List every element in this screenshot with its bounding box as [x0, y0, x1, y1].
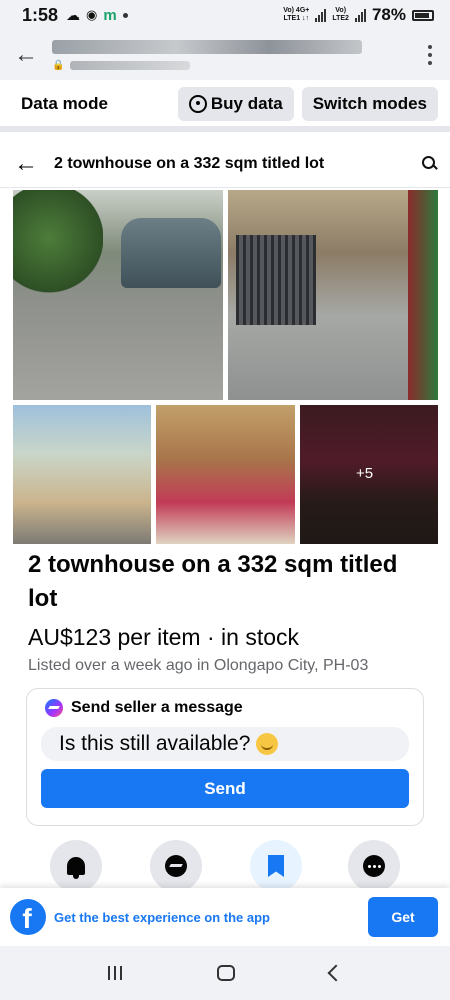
send-button[interactable]: Send — [41, 769, 409, 808]
more-options-button[interactable] — [348, 840, 400, 892]
more-photos-count: +5 — [356, 465, 374, 482]
wall-shape — [408, 190, 438, 400]
broadcast-icon — [188, 95, 207, 113]
message-seller-card: Send seller a message Is this still avai… — [26, 688, 424, 826]
buy-data-label: Buy data — [210, 94, 283, 113]
alert-button[interactable] — [50, 840, 102, 892]
search-icon[interactable] — [422, 155, 438, 172]
listing-actions — [50, 840, 400, 892]
notification-dot-icon — [122, 12, 128, 18]
listing-location: Listed over a week ago in Olongapo City,… — [28, 657, 369, 674]
smiling-emoji-icon — [256, 733, 279, 755]
app-banner-text[interactable]: Get the best experience on the app — [54, 910, 368, 925]
listing-photo-1[interactable] — [13, 190, 223, 400]
chat-bubble-icon: ◉ — [86, 7, 98, 22]
data-mode-label: Data mode — [21, 94, 108, 113]
message-input-text: Is this still available? — [59, 732, 251, 755]
save-button[interactable] — [250, 840, 302, 892]
status-time: 1:58 — [22, 4, 59, 25]
battery-icon — [412, 9, 434, 21]
switch-modes-label: Switch modes — [312, 94, 427, 113]
message-input[interactable]: Is this still available? — [41, 727, 409, 761]
cloud-icon: ☁ — [66, 6, 81, 23]
get-app-label: Get — [391, 909, 415, 925]
network-sim1: Vo) 4G+ LTE1 ↓↑ — [283, 7, 310, 22]
listing-photo-grid: +5 — [13, 190, 438, 544]
home-icon[interactable] — [216, 965, 235, 981]
get-app-button[interactable]: Get — [368, 897, 438, 937]
more-vertical-icon[interactable] — [410, 45, 450, 65]
signal-bars-icon-2 — [354, 8, 366, 22]
switch-modes-button[interactable]: Switch modes — [301, 87, 438, 121]
messenger-icon — [45, 699, 63, 717]
listing-title: 2 townhouse on a 332 sqm titled lot — [28, 551, 398, 612]
browser-back-button[interactable]: ← — [0, 41, 52, 69]
facebook-logo-icon: f — [10, 899, 46, 935]
message-button[interactable] — [150, 840, 202, 892]
android-nav-bar — [0, 946, 450, 1000]
car-shape — [121, 218, 221, 288]
battery-percent: 78% — [371, 5, 406, 24]
page-header: ← 2 townhouse on a 332 sqm titled lot — [0, 140, 450, 188]
listing-photo-2[interactable] — [228, 190, 438, 400]
status-right: Vo) 4G+ LTE1 ↓↑ Vo) LTE2 78% — [283, 5, 434, 25]
url-title-blurred — [52, 39, 362, 54]
listing-photo-3[interactable] — [13, 405, 151, 544]
page-title: 2 townhouse on a 332 sqm titled lot — [54, 154, 325, 172]
back-icon[interactable] — [327, 964, 345, 982]
notification-m-icon: m — [103, 6, 117, 24]
back-arrow-icon[interactable]: ← — [14, 150, 54, 178]
browser-url-bar: ← 🔒 — [0, 30, 450, 80]
gate-shape — [236, 235, 316, 325]
url-address-blurred — [70, 60, 191, 70]
messenger-icon — [165, 855, 187, 877]
data-mode-bar: Data mode Buy data Switch modes — [0, 82, 450, 132]
listing-price: AU$123 per item · in stock — [28, 624, 300, 650]
recent-apps-icon[interactable] — [107, 966, 122, 980]
message-heading: Send seller a message — [71, 699, 243, 716]
buy-data-button[interactable]: Buy data — [177, 87, 294, 121]
listing-photo-5[interactable]: +5 — [300, 405, 438, 544]
send-button-label: Send — [204, 778, 246, 798]
network-sim2: Vo) LTE2 — [332, 7, 349, 22]
plant-shape — [13, 190, 103, 310]
lock-icon: 🔒 — [52, 59, 65, 71]
signal-bars-icon — [315, 8, 327, 22]
app-banner: f Get the best experience on the app Get — [0, 888, 450, 946]
more-horizontal-icon — [363, 855, 385, 877]
bell-icon — [67, 857, 85, 879]
bookmark-icon — [268, 855, 284, 877]
status-notification-icons: ☁ ◉ m — [66, 7, 128, 24]
url-field[interactable]: 🔒 — [52, 39, 410, 71]
status-bar: 1:58 ☁ ◉ m Vo) 4G+ LTE1 ↓↑ Vo) LTE2 78% — [0, 0, 450, 30]
listing-photo-4[interactable] — [156, 405, 295, 544]
